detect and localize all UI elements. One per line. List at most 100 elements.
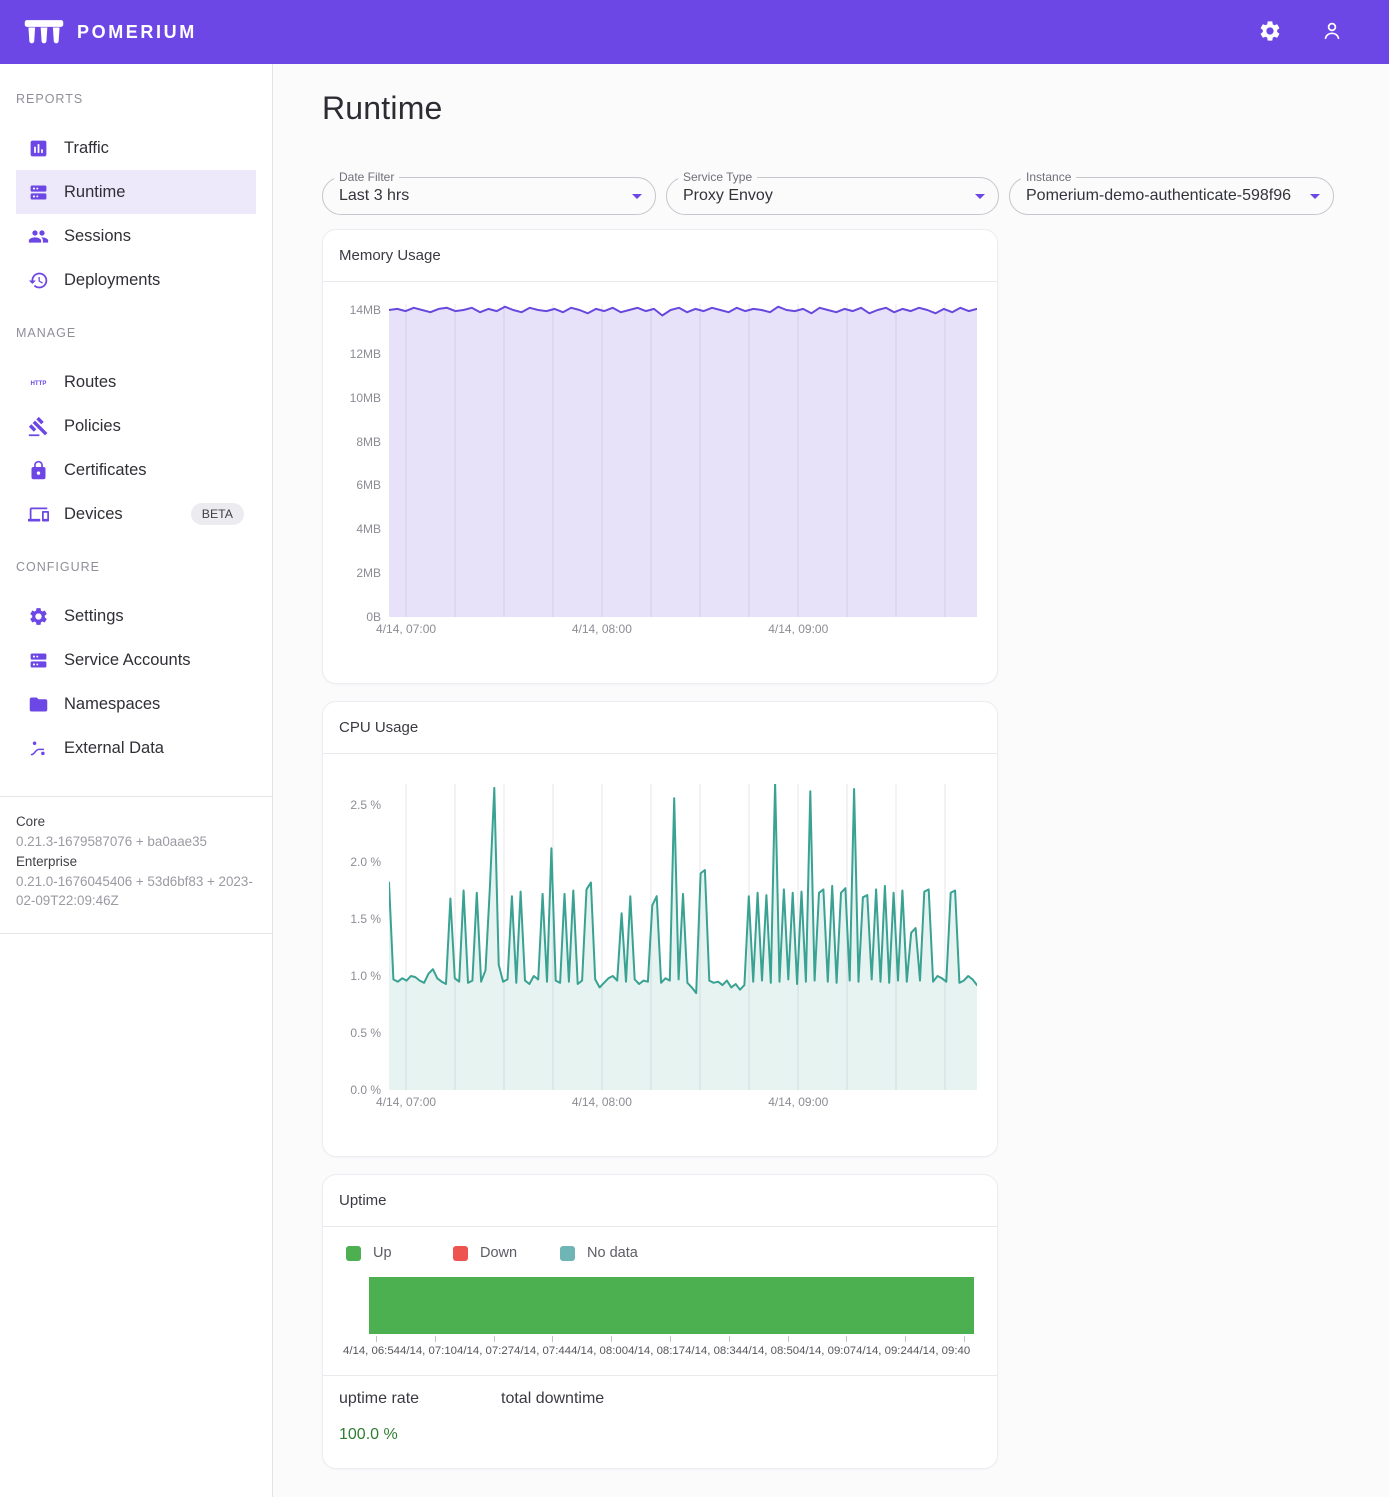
uptime-tick [846, 1336, 847, 1342]
legend-item-up: Up [346, 1245, 453, 1261]
sidebar-item-label: Devices [64, 505, 123, 524]
uptime-status-bar [369, 1277, 974, 1334]
date-filter-value: Last 3 hrs [339, 187, 625, 205]
service-type-value: Proxy Envoy [683, 187, 968, 205]
service-type-select[interactable]: Service Type Proxy Envoy [666, 177, 999, 215]
y-tick-label: 0.5 % [350, 1026, 381, 1040]
uptime-tick [964, 1336, 965, 1342]
memory-plot-area: 4/14, 07:004/14, 08:004/14, 09:00 [389, 304, 977, 683]
y-tick-label: 2.5 % [350, 798, 381, 812]
legend-label: Down [480, 1245, 517, 1261]
account-person-icon [1320, 19, 1344, 46]
namespaces-folder-icon [28, 693, 50, 715]
y-tick-label: 8MB [356, 435, 381, 449]
legend-swatch [560, 1246, 575, 1261]
x-tick-label: 4/14, 07:00 [376, 1095, 436, 1109]
version-info: Core 0.21.3-1679587076 + ba0aae35 Enterp… [0, 796, 272, 934]
x-tick-label: 4/14, 09:00 [768, 1095, 828, 1109]
sidebar-item-label: Runtime [64, 183, 125, 202]
y-tick-label: 2MB [356, 566, 381, 580]
core-version-label: Core [16, 814, 256, 829]
legend-item-no-data: No data [560, 1245, 667, 1261]
uptime-x-tick-label: 4/14, 06:54 [343, 1345, 400, 1357]
uptime-title: Uptime [323, 1175, 997, 1227]
sidebar-item-label: Settings [64, 607, 124, 626]
sidebar-item-label: Routes [64, 373, 116, 392]
sidebar-item-deployments[interactable]: Deployments [16, 258, 256, 302]
enterprise-version-value: 0.21.0-1676045406 + 53d6bf83 + 2023-02-0… [16, 872, 256, 910]
uptime-x-tick-label: 4/14, 08:00 [571, 1345, 628, 1357]
uptime-tick [611, 1336, 612, 1342]
sidebar-item-certificates[interactable]: Certificates [16, 448, 256, 492]
memory-usage-chart: 14MB12MB10MB8MB6MB4MB2MB0B 4/14, 07:004/… [323, 282, 997, 683]
sidebar-item-sessions[interactable]: Sessions [16, 214, 256, 258]
uptime-tick [905, 1336, 906, 1342]
sidebar-item-label: Sessions [64, 227, 131, 246]
y-tick-label: 1.5 % [350, 912, 381, 926]
deployments-history-icon [28, 269, 50, 291]
y-tick-label: 14MB [350, 303, 381, 317]
settings-gear-icon [28, 605, 50, 627]
sidebar-item-settings[interactable]: Settings [16, 594, 256, 638]
uptime-tick [729, 1336, 730, 1342]
memory-usage-card: Memory Usage 14MB12MB10MB8MB6MB4MB2MB0B … [322, 229, 998, 684]
uptime-x-tick-label: 4/14, 07:27 [457, 1345, 514, 1357]
memory-usage-title: Memory Usage [323, 230, 997, 282]
sidebar-section: REPORTSTrafficRuntimeSessionsDeployments [0, 92, 272, 302]
date-filter-label: Date Filter [334, 170, 399, 184]
uptime-legend: Up Down No data [323, 1227, 997, 1261]
uptime-x-tick-label: 4/14, 08:34 [685, 1345, 742, 1357]
memory-area-chart [389, 304, 977, 617]
sidebar-nav: REPORTSTrafficRuntimeSessionsDeployments… [0, 92, 272, 770]
sidebar-item-policies[interactable]: Policies [16, 404, 256, 448]
devices-icon [28, 503, 50, 525]
legend-swatch [453, 1246, 468, 1261]
uptime-x-tick-label: 4/14, 07:44 [514, 1345, 571, 1357]
sidebar-item-label: Traffic [64, 139, 109, 158]
uptime-tick [435, 1336, 436, 1342]
legend-swatch [346, 1246, 361, 1261]
settings-gear-button[interactable] [1251, 13, 1289, 51]
chevron-down-icon [625, 184, 649, 208]
sidebar-item-namespaces[interactable]: Namespaces [16, 682, 256, 726]
sidebar-item-service-accounts[interactable]: Service Accounts [16, 638, 256, 682]
legend-label: No data [587, 1245, 638, 1261]
memory-x-axis: 4/14, 07:004/14, 08:004/14, 09:00 [389, 619, 977, 643]
certificates-lock-icon [28, 459, 50, 481]
sidebar: REPORTSTrafficRuntimeSessionsDeployments… [0, 64, 273, 1497]
sidebar-item-external-data[interactable]: External Data [16, 726, 256, 770]
uptime-tick-marks [376, 1336, 964, 1343]
cpu-x-axis: 4/14, 07:004/14, 08:004/14, 09:00 [389, 1092, 977, 1116]
y-tick-label: 10MB [350, 391, 381, 405]
cpu-area-chart [389, 784, 977, 1090]
legend-label: Up [373, 1245, 392, 1261]
core-version-value: 0.21.3-1679587076 + ba0aae35 [16, 832, 256, 851]
sidebar-item-runtime[interactable]: Runtime [16, 170, 256, 214]
instance-select[interactable]: Instance Pomerium-demo-authenticate-598f… [1009, 177, 1334, 215]
sidebar-section-title: CONFIGURE [16, 560, 256, 574]
account-button[interactable] [1313, 13, 1351, 51]
date-filter-select[interactable]: Date Filter Last 3 hrs [322, 177, 656, 215]
uptime-x-tick-label: 4/14, 08:50 [742, 1345, 799, 1357]
uptime-stats: uptime rate total downtime 100.0 % [323, 1376, 997, 1468]
x-tick-label: 4/14, 08:00 [572, 1095, 632, 1109]
instance-value: Pomerium-demo-authenticate-598f96 [1026, 187, 1303, 205]
chevron-down-icon [1303, 184, 1327, 208]
uptime-x-tick-label: 4/14, 09:07 [799, 1345, 856, 1357]
total-downtime-label: total downtime [501, 1390, 981, 1408]
y-tick-label: 12MB [350, 347, 381, 361]
uptime-tick [670, 1336, 671, 1342]
uptime-tick [376, 1336, 377, 1342]
sidebar-item-routes[interactable]: HTTPRoutes [16, 360, 256, 404]
uptime-x-tick-label: 4/14, 09:24 [856, 1345, 913, 1357]
service-type-label: Service Type [678, 170, 757, 184]
cpu-plot-area: 4/14, 07:004/14, 08:004/14, 09:00 [389, 784, 977, 1156]
pomerium-logo-icon [24, 17, 64, 47]
cpu-usage-card: CPU Usage 2.5 %2.0 %1.5 %1.0 %0.5 %0.0 %… [322, 701, 998, 1157]
x-tick-label: 4/14, 09:00 [768, 622, 828, 636]
sidebar-item-devices[interactable]: DevicesBETA [16, 492, 256, 536]
sidebar-section-title: MANAGE [16, 326, 256, 340]
sidebar-item-traffic[interactable]: Traffic [16, 126, 256, 170]
chevron-down-icon [968, 184, 992, 208]
uptime-tick [788, 1336, 789, 1342]
